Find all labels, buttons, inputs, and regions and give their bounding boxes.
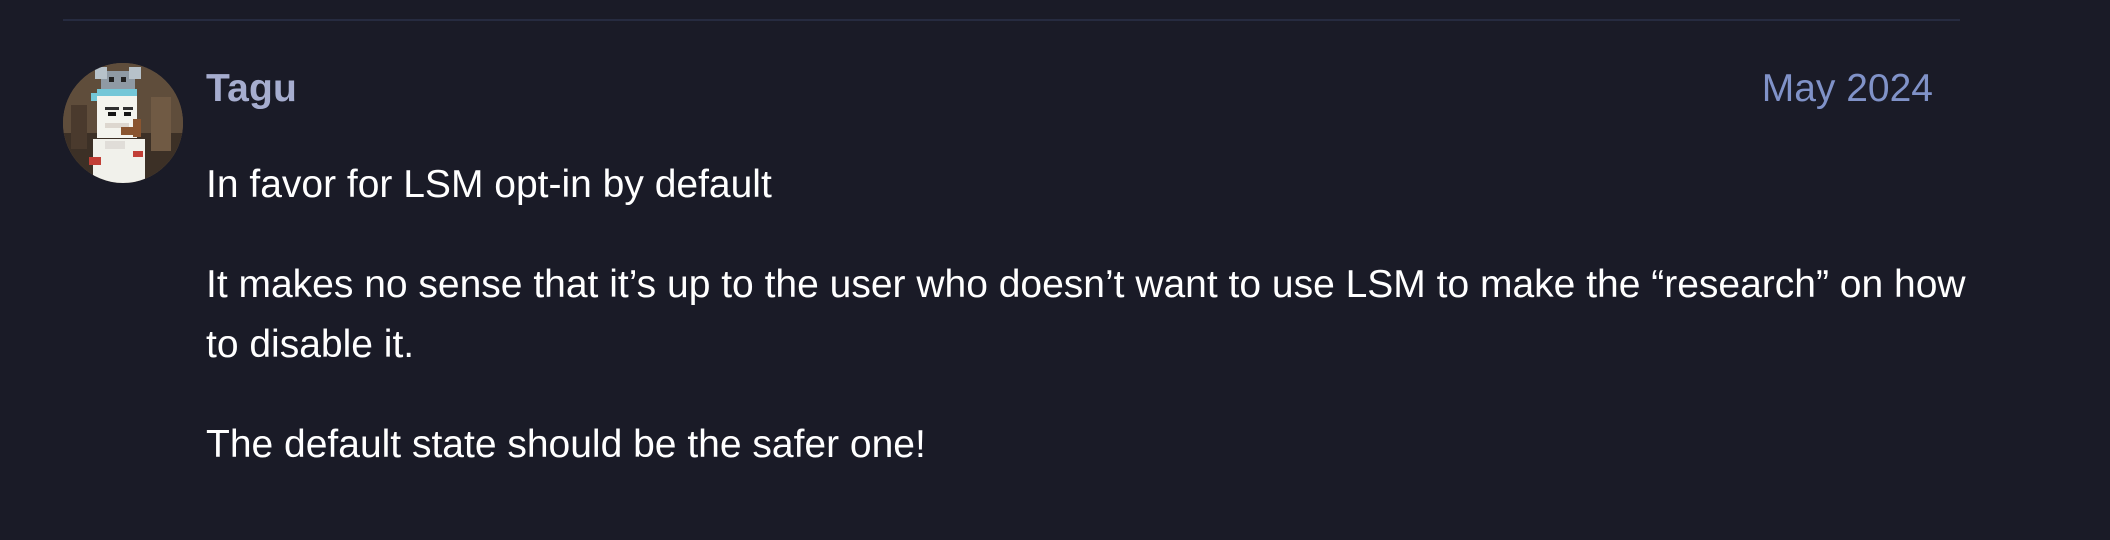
post-author-name[interactable]: Tagu <box>206 63 297 115</box>
post-paragraph: It makes no sense that it’s up to the us… <box>206 263 1966 366</box>
post-date[interactable]: May 2024 <box>1762 63 1933 115</box>
forum-thread-page: Tagu May 2024 In favor for LSM opt-in by… <box>0 0 2110 540</box>
post-divider <box>63 19 1960 21</box>
user-avatar[interactable] <box>63 63 183 183</box>
pixel-character-avatar-icon <box>63 63 183 183</box>
post-paragraph: In favor for LSM opt-in by default <box>206 163 772 206</box>
post-body: In favor for LSM opt-in by default It ma… <box>206 155 2006 515</box>
post-paragraph: The default state should be the safer on… <box>206 423 926 466</box>
